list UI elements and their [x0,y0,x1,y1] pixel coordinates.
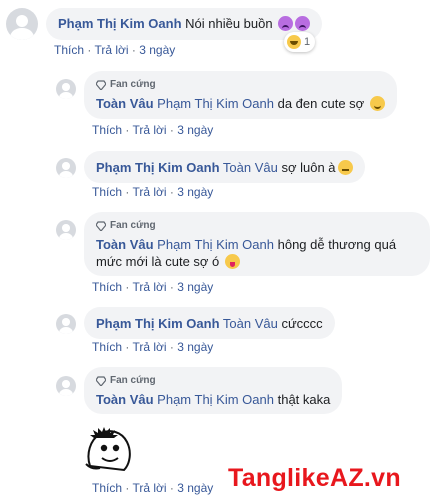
comment-text: cứcccc [281,316,323,331]
comment-actions: Thích · Trả lời · 3 ngày [92,280,214,294]
comment-actions: Thích · Trả lời · 3 ngày [92,340,214,354]
comment-bubble: Fan cứng Toàn Vâu Phạm Thị Kim Oanh da đ… [84,71,397,119]
like-link[interactable]: Thích [92,123,122,137]
avatar[interactable] [56,376,76,396]
reply-link[interactable]: Trả lời [132,123,166,137]
cartoon-sticker [85,427,131,472]
badge-label: Fan cứng [110,220,156,231]
comment-text: da đen cute sợ [277,96,365,111]
tongue-emoji-icon [224,254,240,269]
watermark: TanglikeAZ.vn [228,464,401,492]
reply-link[interactable]: Trả lời [94,43,128,57]
comment-text: sợ luôn à [281,160,336,175]
comment-bubble: Phạm Thị Kim Oanh Toàn Vâu sợ luôn à [84,151,365,183]
comment-author[interactable]: Toàn Vâu [96,237,154,252]
comment-bubble: Phạm Thị Kim Oanh Toàn Vâu cứcccc [84,307,335,339]
sad-face-icon [278,16,294,31]
avatar[interactable] [56,220,76,240]
like-link[interactable]: Thích [54,43,84,57]
meh-emoji-icon [337,160,353,175]
reply-link[interactable]: Trả lời [132,340,166,354]
comment-author[interactable]: Toàn Vâu [96,392,154,407]
timestamp[interactable]: 3 ngày [177,340,213,354]
reply-link[interactable]: Trả lời [132,280,166,294]
like-link[interactable]: Thích [92,185,122,199]
fan-badge: Fan cứng [96,219,418,233]
avatar[interactable] [56,158,76,178]
smile-emoji-icon [369,96,385,111]
timestamp[interactable]: 3 ngày [177,481,213,495]
mention-tag[interactable]: Toàn Vâu [223,316,278,331]
like-link[interactable]: Thích [92,280,122,294]
comment-text: Nói nhiều buồn [185,16,273,31]
reaction-summary[interactable]: 1 [284,32,316,52]
reaction-count: 1 [304,36,311,48]
timestamp[interactable]: 3 ngày [177,123,213,137]
comment-text: mức mới là cute sợ ó [96,254,220,269]
comment-actions: Thích · Trả lời · 3 ngày [54,43,176,57]
comment-bubble: Fan cứng Toàn Vâu Phạm Thị Kim Oanh hông… [84,212,430,276]
fan-badge: Fan cứng [96,78,385,92]
mention-tag[interactable]: Phạm Thị Kim Oanh [157,96,274,111]
timestamp[interactable]: 3 ngày [177,280,213,294]
sad-face-icon [295,16,311,31]
laugh-reaction-icon [287,35,301,49]
comment-text: thật kaka [277,392,331,407]
avatar[interactable] [56,79,76,99]
timestamp[interactable]: 3 ngày [139,43,175,57]
comment-author[interactable]: Toàn Vâu [96,96,154,111]
like-link[interactable]: Thích [92,340,122,354]
reply-link[interactable]: Trả lời [132,185,166,199]
avatar[interactable] [6,8,38,40]
comment-actions: Thích · Trả lời · 3 ngày [92,481,214,495]
comment-author[interactable]: Phạm Thị Kim Oanh [96,316,220,331]
diamond-icon [96,376,106,386]
comment-actions: Thích · Trả lời · 3 ngày [92,123,214,137]
mention-tag[interactable]: Phạm Thị Kim Oanh [157,392,274,407]
timestamp[interactable]: 3 ngày [177,185,213,199]
avatar[interactable] [56,314,76,334]
badge-label: Fan cứng [110,375,156,386]
fan-badge: Fan cứng [96,374,330,388]
comment-text: hông dễ thương quá [277,237,397,252]
comment-bubble: Fan cứng Toàn Vâu Phạm Thị Kim Oanh thật… [84,367,343,414]
mention-tag[interactable]: Phạm Thị Kim Oanh [157,237,274,252]
diamond-icon [96,221,106,231]
comment-author[interactable]: Phạm Thị Kim Oanh [58,16,182,31]
comment-actions: Thích · Trả lời · 3 ngày [92,185,214,199]
mention-tag[interactable]: Toàn Vâu [223,160,278,175]
comment-bubble: Phạm Thị Kim Oanh Nói nhiều buồn [46,8,323,40]
badge-label: Fan cứng [110,79,156,90]
diamond-icon [96,80,106,90]
reply-link[interactable]: Trả lời [132,481,166,495]
comment-author[interactable]: Phạm Thị Kim Oanh [96,160,220,175]
like-link[interactable]: Thích [92,481,122,495]
